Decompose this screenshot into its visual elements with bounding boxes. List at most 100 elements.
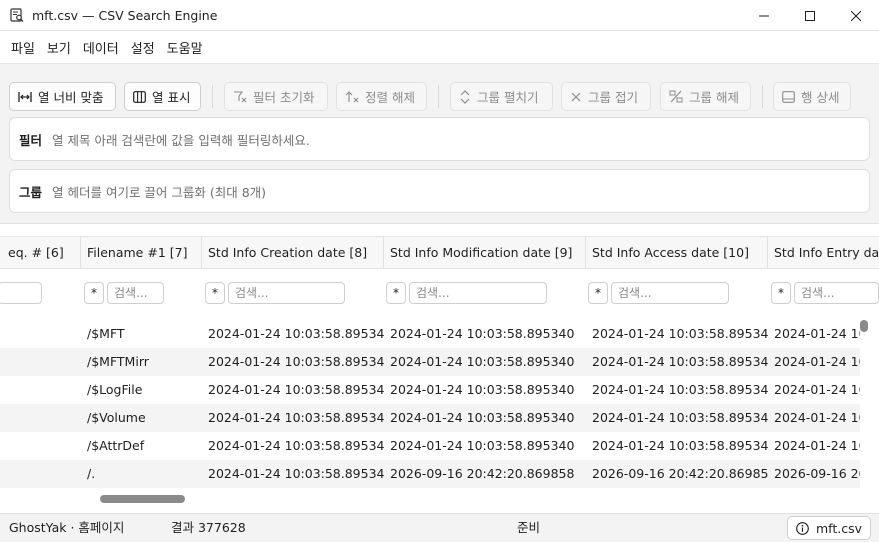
table-cell: 2024-01-24 10:03:58.895340 bbox=[208, 382, 384, 397]
info-icon bbox=[796, 521, 809, 535]
column-header-filename[interactable]: Filename #1 [7] bbox=[81, 237, 202, 269]
minimize-button[interactable] bbox=[741, 0, 787, 31]
ungroup-button[interactable]: 그룹 해제 bbox=[660, 82, 751, 111]
table-cell bbox=[0, 432, 81, 460]
fit-width-icon bbox=[18, 91, 32, 103]
table-row[interactable]: /. 2024-01-24 10:03:58.895340 2026-09-16… bbox=[0, 460, 860, 488]
table-cell: 2024-01-24 10 bbox=[774, 410, 860, 425]
filter-clear-icon bbox=[233, 90, 247, 103]
table-cell: /$MFT bbox=[87, 326, 125, 341]
expand-icon bbox=[459, 89, 471, 104]
table-cell: /$MFTMirr bbox=[87, 354, 149, 369]
group-panel-hint: 열 헤더를 여기로 끌어 그룹화 (최대 8개) bbox=[52, 184, 267, 200]
minimize-icon bbox=[759, 15, 769, 16]
toolbar-separator bbox=[762, 85, 763, 108]
collapse-icon bbox=[570, 91, 582, 103]
table-row[interactable]: /$MFTMirr 2024-01-24 10:03:58.895340 202… bbox=[0, 348, 860, 376]
table-cell: 2024-01-24 10:03:58.895340 bbox=[390, 354, 575, 369]
filter-mode-button[interactable]: * bbox=[588, 282, 608, 304]
column-header-modification-date[interactable]: Std Info Modification date [9] bbox=[384, 237, 586, 269]
ungroup-icon bbox=[669, 90, 683, 103]
column-header-seq[interactable]: eq. # [6] bbox=[0, 237, 81, 269]
expand-groups-label: 그룹 펼치기 bbox=[477, 90, 539, 105]
expand-groups-button[interactable]: 그룹 펼치기 bbox=[450, 82, 553, 111]
table-cell: 2024-01-24 10 bbox=[774, 438, 860, 453]
menu-file[interactable]: 파일 bbox=[5, 38, 41, 57]
table-cell: 2024-01-24 10:03:58.895340 bbox=[592, 410, 768, 425]
table-cell: /$LogFile bbox=[87, 382, 143, 397]
filter-panel: 필터 열 제목 아래 검색란에 값을 입력해 필터링하세요. bbox=[9, 117, 870, 161]
toolbar-separator bbox=[212, 85, 213, 108]
fit-width-label: 열 너비 맞춤 bbox=[38, 90, 104, 105]
ungroup-label: 그룹 해제 bbox=[689, 90, 739, 105]
table-cell: /$AttrDef bbox=[87, 438, 145, 453]
close-button[interactable] bbox=[833, 0, 879, 31]
horizontal-scrollbar[interactable] bbox=[10, 494, 856, 504]
search-input[interactable]: 검색... bbox=[611, 282, 729, 304]
table-cell: /. bbox=[87, 466, 96, 481]
title-bar: mft.csv — CSV Search Engine bbox=[0, 0, 879, 31]
table-cell: 2026-09-16 20 bbox=[774, 466, 860, 481]
table-cell: 2024-01-24 10 bbox=[774, 382, 860, 397]
window-title: mft.csv — CSV Search Engine bbox=[32, 7, 218, 23]
group-panel-label: 그룹 bbox=[19, 184, 43, 200]
column-header-entry-date[interactable]: Std Info Entry da bbox=[768, 237, 879, 269]
menu-settings[interactable]: 설정 bbox=[125, 38, 161, 57]
file-info-button[interactable]: mft.csv bbox=[786, 516, 871, 540]
column-header-access-date[interactable]: Std Info Access date [10] bbox=[586, 237, 768, 269]
show-columns-label: 열 표시 bbox=[152, 90, 191, 105]
vertical-scroll-thumb[interactable] bbox=[860, 320, 868, 332]
close-icon bbox=[851, 10, 861, 21]
row-detail-button[interactable]: 행 상세 bbox=[773, 82, 851, 111]
collapse-groups-button[interactable]: 그룹 접기 bbox=[561, 82, 651, 111]
search-input[interactable]: 검색... bbox=[794, 282, 879, 304]
menu-bar: 파일 보기 데이터 설정 도움말 bbox=[0, 31, 879, 63]
row-detail-label: 행 상세 bbox=[801, 90, 840, 105]
table-cell: 2024-01-24 10:03:58.895340 bbox=[208, 410, 384, 425]
table-cell: 2026-09-16 20:42:20.869858 bbox=[390, 466, 575, 481]
table-row[interactable]: /$MFT 2024-01-24 10:03:58.895340 2024-01… bbox=[0, 320, 860, 348]
filter-mode-button[interactable]: * bbox=[84, 282, 104, 304]
row-detail-icon bbox=[782, 90, 795, 103]
table-cell: 2024-01-24 10:03:58.895340 bbox=[208, 466, 384, 481]
table-cell: 2024-01-24 10:03:58.895340 bbox=[390, 438, 575, 453]
reset-filters-button[interactable]: 필터 초기화 bbox=[224, 82, 328, 111]
table-cell: 2024-01-24 10:03:58.895340 bbox=[390, 410, 575, 425]
filter-panel-label: 필터 bbox=[19, 132, 43, 148]
search-input[interactable]: 검색... bbox=[107, 282, 164, 304]
menu-view[interactable]: 보기 bbox=[41, 38, 77, 57]
table-cell: 2024-01-24 10:03:58.895340 bbox=[208, 354, 384, 369]
filter-mode-button[interactable]: * bbox=[205, 282, 225, 304]
search-input[interactable] bbox=[0, 282, 42, 304]
filter-mode-button[interactable]: * bbox=[386, 282, 406, 304]
table-row[interactable]: /$Volume 2024-01-24 10:03:58.895340 2024… bbox=[0, 404, 860, 432]
table-cell: 2024-01-24 10:03:58.895340 bbox=[208, 326, 384, 341]
table-cell bbox=[0, 320, 81, 348]
horizontal-scroll-thumb[interactable] bbox=[100, 495, 185, 503]
search-input[interactable]: 검색... bbox=[228, 282, 345, 304]
menu-data[interactable]: 데이터 bbox=[77, 38, 125, 57]
table-cell bbox=[0, 460, 81, 488]
table-cell bbox=[0, 348, 81, 376]
status-bar: GhostYak · 홈페이지 결과 377628 준비 mft.csv bbox=[0, 513, 879, 542]
collapse-groups-label: 그룹 접기 bbox=[588, 90, 638, 105]
group-drop-zone[interactable]: 그룹 열 헤더를 여기로 끌어 그룹화 (최대 8개) bbox=[9, 169, 870, 213]
result-count: 결과 377628 bbox=[171, 520, 246, 535]
reset-filters-label: 필터 초기화 bbox=[253, 90, 315, 105]
fit-width-button[interactable]: 열 너비 맞춤 bbox=[9, 82, 116, 111]
table-row[interactable]: /$AttrDef 2024-01-24 10:03:58.895340 202… bbox=[0, 432, 860, 460]
clear-sort-label: 정렬 해제 bbox=[365, 90, 415, 105]
clear-sort-button[interactable]: 정렬 해제 bbox=[336, 82, 427, 111]
sort-clear-icon bbox=[345, 90, 359, 103]
table-cell: 2024-01-24 10:03:58.895340 bbox=[592, 382, 768, 397]
table-row[interactable]: /$LogFile 2024-01-24 10:03:58.895340 202… bbox=[0, 376, 860, 404]
vertical-scrollbar[interactable] bbox=[860, 320, 868, 500]
maximize-button[interactable] bbox=[787, 0, 833, 31]
show-columns-button[interactable]: 열 표시 bbox=[124, 82, 201, 111]
filter-mode-button[interactable]: * bbox=[771, 282, 791, 304]
table-cell: 2024-01-24 10:03:58.895340 bbox=[592, 326, 768, 341]
menu-help[interactable]: 도움말 bbox=[161, 38, 209, 57]
homepage-link[interactable]: GhostYak · 홈페이지 bbox=[9, 514, 124, 542]
column-header-creation-date[interactable]: Std Info Creation date [8] bbox=[202, 237, 384, 269]
search-input[interactable]: 검색... bbox=[409, 282, 547, 304]
